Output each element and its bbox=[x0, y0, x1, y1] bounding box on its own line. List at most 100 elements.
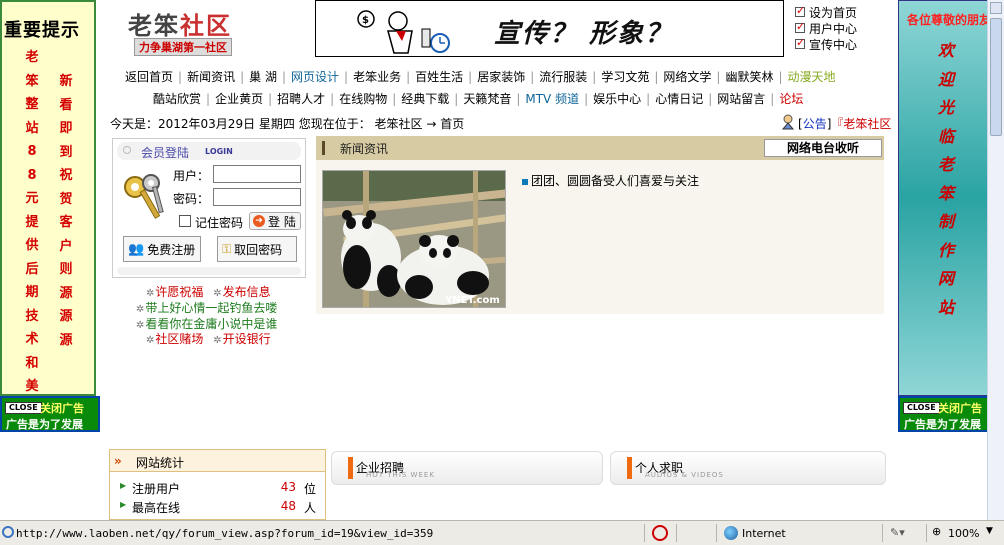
news-headline-text: 团团、圆圆备受人们喜爱与关注 bbox=[531, 174, 700, 188]
nav-download[interactable]: 经典下载 bbox=[396, 90, 454, 107]
status-divider bbox=[716, 524, 717, 542]
chevron-down-icon[interactable]: ▼ bbox=[986, 526, 993, 536]
site-logo[interactable]: 老笨社区 力争巢湖第一社区 bbox=[128, 6, 278, 56]
cartoon-figure-icon: $ bbox=[357, 10, 450, 54]
nav-fashion[interactable]: 流行服装 bbox=[534, 68, 592, 85]
stats-header: » 网站统计 bbox=[110, 450, 325, 472]
remember-password-checkbox[interactable] bbox=[179, 215, 191, 227]
stat-value: 48 bbox=[280, 499, 296, 513]
retrieve-password-button[interactable]: ⚿ 取回密码 bbox=[217, 236, 297, 262]
online-radio-tab[interactable]: 网络电台收听 bbox=[764, 139, 882, 157]
stat-unit: 人 bbox=[304, 501, 317, 515]
close-chip[interactable]: CLOSE bbox=[5, 402, 42, 414]
panda-photo-icon: YNET.com bbox=[323, 171, 505, 307]
double-chevron-icon: » bbox=[114, 454, 122, 468]
quick-link-label: 设为首页 bbox=[809, 5, 858, 20]
nav-web-design[interactable]: 网页设计 bbox=[286, 68, 344, 85]
link-publish[interactable]: 发布信息 bbox=[223, 285, 271, 299]
close-chip[interactable]: CLOSE bbox=[903, 402, 940, 414]
password-input[interactable] bbox=[213, 188, 301, 206]
triangle-bullet-icon: ▶ bbox=[120, 500, 127, 509]
nav-anime[interactable]: 动漫天地 bbox=[783, 68, 841, 85]
vertical-scrollbar[interactable] bbox=[987, 0, 1004, 520]
announcement-marquee[interactable]: [公告]『老笨社区 bbox=[798, 115, 891, 132]
username-input[interactable] bbox=[213, 165, 301, 183]
news-panel-header: 新闻资讯 网络电台收听 bbox=[316, 136, 884, 160]
link-casino[interactable]: 社区赌场 bbox=[155, 332, 203, 346]
scrollbar-thumb[interactable] bbox=[990, 18, 1002, 136]
security-zone-label: Internet bbox=[742, 527, 786, 540]
nav-entertainment[interactable]: 娱乐中心 bbox=[588, 90, 646, 107]
right-ad-column: 欢迎光临老笨制作网站 bbox=[937, 41, 954, 317]
gear-bullet-icon: ✲ bbox=[136, 320, 145, 331]
tab-enterprise-recruit[interactable]: 企业招聘 HOT THIS WEEK bbox=[331, 451, 603, 485]
nav-news[interactable]: 新闻资讯 bbox=[182, 68, 240, 85]
link-fishing[interactable]: 带上好心情一起钓鱼去喽 bbox=[145, 301, 277, 315]
nav-study[interactable]: 学习文苑 bbox=[596, 68, 654, 85]
nav-chaohu[interactable]: 巢 湖 bbox=[244, 68, 282, 85]
header-marker bbox=[322, 141, 325, 155]
date-breadcrumb-bar: 今天是：2012年03月29日 星期四 您现在位于： 老笨社区 → 首页 [公告… bbox=[108, 112, 891, 134]
nav-recruit[interactable]: 招聘人才 bbox=[272, 90, 330, 107]
header-banner[interactable]: $ 宣传？ 形象？ bbox=[315, 0, 784, 57]
quick-links: 设为首页 用户中心 宣传中心 bbox=[795, 4, 895, 52]
key-icon: ⚿ bbox=[222, 241, 232, 256]
nav-shopping[interactable]: 在线购物 bbox=[334, 90, 392, 107]
nav-life[interactable]: 百姓生活 bbox=[410, 68, 468, 85]
gear-bullet-icon: ✲ bbox=[146, 335, 155, 346]
nav-mtv[interactable]: MTV 频道 bbox=[520, 90, 584, 107]
date-breadcrumb-text: 今天是：2012年03月29日 星期四 您现在位于： 老笨社区 → 首页 bbox=[110, 117, 465, 131]
login-title-en: LOGIN bbox=[205, 147, 233, 156]
quick-link-label: 用户中心 bbox=[809, 21, 858, 36]
register-button[interactable]: 👥 免费注册 bbox=[123, 236, 201, 262]
status-divider bbox=[926, 524, 927, 542]
nav-humor[interactable]: 幽默笑林 bbox=[720, 68, 778, 85]
zoom-level[interactable]: 100% bbox=[948, 527, 979, 540]
quick-link-home[interactable]: 设为首页 bbox=[795, 4, 895, 20]
right-ad-panel[interactable]: 各位尊敬的朋友 欢迎光临老笨制作网站 bbox=[898, 0, 999, 396]
right-ad-close-bar[interactable]: CLOSE 关闭广告 广告是为了发展 bbox=[898, 396, 998, 432]
scroll-up-arrow-icon[interactable] bbox=[990, 2, 1002, 14]
nav-literature[interactable]: 网络文学 bbox=[658, 68, 716, 85]
login-button[interactable]: ➜ 登 陆 bbox=[249, 212, 301, 230]
ad-caption: 广告是为了发展 bbox=[904, 418, 981, 431]
login-header: 会员登陆 LOGIN bbox=[117, 142, 301, 160]
nav-guestbook[interactable]: 网站留言 bbox=[712, 90, 770, 107]
close-ad-button[interactable]: 关闭广告 bbox=[938, 400, 982, 416]
left-ad-panel[interactable]: 重要提示 老笨整站88元提供后期技术和美工 新看即到祝贺客户则源源源 bbox=[0, 0, 96, 418]
keys-icon bbox=[124, 174, 164, 219]
right-ad-title: 各位尊敬的朋友 bbox=[907, 13, 992, 27]
left-ad-column-1: 老笨整站88元提供后期技术和美工 bbox=[25, 50, 39, 418]
link-bank[interactable]: 开设银行 bbox=[223, 332, 271, 346]
protected-mode-icon[interactable]: ✎▾ bbox=[890, 526, 905, 539]
news-photo[interactable]: YNET.com bbox=[322, 170, 506, 308]
quick-link-user-center[interactable]: 用户中心 bbox=[795, 20, 895, 36]
arrow-icon: ➜ bbox=[253, 215, 265, 227]
tab-job-seeking[interactable]: 个人求职 AUDIOS & VIDEOS bbox=[610, 451, 886, 485]
nav-diary[interactable]: 心情日记 bbox=[650, 90, 708, 107]
nav-business[interactable]: 老笨业务 bbox=[348, 68, 406, 85]
news-headline[interactable]: 团团、圆圆备受人们喜爱与关注 bbox=[522, 172, 699, 189]
nav-home[interactable]: 返回首页 bbox=[120, 68, 178, 85]
photo-watermark: YNET.com bbox=[444, 295, 500, 306]
banner-slogan: 宣传？ 形象？ bbox=[494, 19, 674, 49]
left-ad-title: 重要提示 bbox=[4, 20, 80, 41]
square-bullet-icon bbox=[522, 178, 528, 185]
left-floating-ad: 重要提示 老笨整站88元提供后期技术和美工 新看即到祝贺客户则源源源 CLOSE… bbox=[0, 0, 100, 432]
stat-row-registered: ▶ 注册用户 43 位 bbox=[120, 480, 320, 498]
left-ad-close-bar[interactable]: CLOSE 关闭广告 广告是为了发展 bbox=[0, 396, 100, 432]
nav-yellow-pages[interactable]: 企业黄页 bbox=[210, 90, 268, 107]
nav-music[interactable]: 天籁梵音 bbox=[458, 90, 516, 107]
close-ad-button[interactable]: 关闭广告 bbox=[40, 400, 84, 416]
checkbox-icon bbox=[795, 20, 805, 33]
status-divider bbox=[644, 524, 645, 542]
nav-forum[interactable]: 论坛 bbox=[774, 90, 808, 107]
link-jinyong[interactable]: 看看你在金庸小说中是谁 bbox=[145, 317, 277, 331]
quick-link-promo-center[interactable]: 宣传中心 bbox=[795, 36, 895, 52]
link-row: ✲社区赌场 ✲开设银行 bbox=[146, 330, 271, 347]
nav-decor[interactable]: 居家装饰 bbox=[472, 68, 530, 85]
stats-title: 网站统计 bbox=[136, 456, 185, 470]
link-wish[interactable]: 许愿祝福 bbox=[155, 285, 203, 299]
privacy-icon[interactable] bbox=[652, 525, 668, 541]
nav-cool-sites[interactable]: 酷站欣赏 bbox=[148, 90, 206, 107]
